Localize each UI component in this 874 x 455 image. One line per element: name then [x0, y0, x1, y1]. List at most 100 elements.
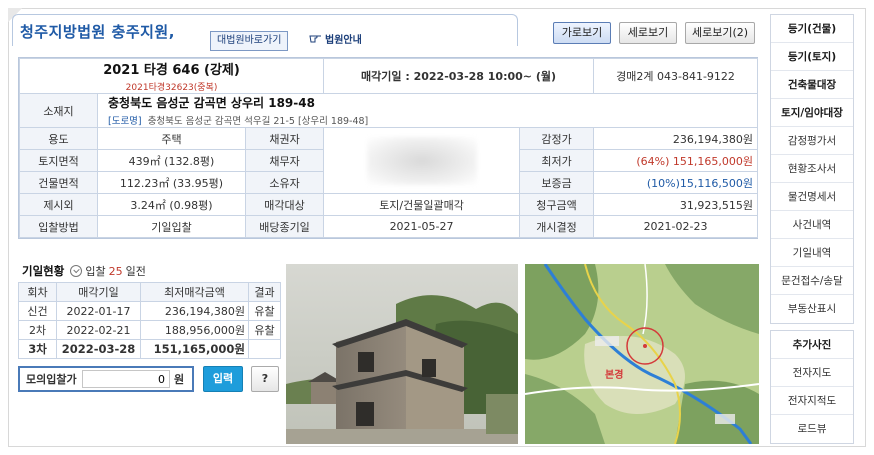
- case-info-table: 2021 타경 646 (강제) 2021타경32623(중복) 매각기일 : …: [18, 58, 759, 238]
- sidebar-item-land-ledger[interactable]: 토지/임야대장: [771, 99, 853, 127]
- mock-bid-label: 모의입찰가: [26, 373, 77, 386]
- sidebar-item-specification[interactable]: 물건명세서: [771, 183, 853, 211]
- sale-date: 매각기일 : 2022-03-28 10:00~ (월): [323, 58, 595, 94]
- sidebar-item-building-registry[interactable]: 등기(건물): [771, 15, 853, 43]
- road-address-text: 충청북도 음성군 감곡면 석우길 21-5 [상우리 189-48]: [147, 116, 369, 127]
- mock-bid-enter-button[interactable]: 입력: [203, 366, 243, 392]
- map-image: [525, 264, 759, 444]
- table-row: 2차 2022-02-21 188,956,000원 유찰: [18, 320, 281, 340]
- result-cell: 유찰: [248, 320, 281, 340]
- sale-target-label: 매각대상: [244, 193, 325, 216]
- date-cell: 2022-02-21: [56, 320, 141, 340]
- col-round: 회차: [18, 282, 57, 302]
- days-prefix: 입찰: [85, 265, 106, 278]
- minimum-price-label: 최저가: [519, 149, 595, 172]
- sidebar: 등기(건물) 등기(토지) 건축물대장 토지/임야대장 감정평가서 현황조사서 …: [770, 14, 854, 450]
- commencement-value: 2021-02-23: [593, 215, 759, 238]
- amount-cell: 236,194,380원: [140, 301, 249, 321]
- house-photo-image: [286, 264, 518, 444]
- help-button[interactable]: ?: [251, 366, 279, 392]
- road-address-tag: [도로명]: [108, 116, 142, 127]
- horizontal-view-button[interactable]: 가로보기: [553, 22, 611, 44]
- mock-bid-input[interactable]: [82, 370, 170, 388]
- court-guide-button[interactable]: 법원안내: [305, 31, 366, 51]
- table-row: 3차 2022-03-28 151,165,000원: [18, 339, 281, 359]
- amount-cell: 188,956,000원: [140, 320, 249, 340]
- sidebar-item-extra-photos[interactable]: 추가사진: [771, 331, 853, 359]
- round-cell: 3차: [18, 339, 57, 359]
- location-map[interactable]: 본경: [525, 264, 759, 444]
- round-cell: 신건: [18, 301, 57, 321]
- sidebar-item-digital-map[interactable]: 전자지도: [771, 359, 853, 387]
- deposit-label: 보증금: [519, 171, 595, 194]
- date-cell: 2022-01-17: [56, 301, 141, 321]
- case-number-cell: 2021 타경 646 (강제) 2021타경32623(중복): [18, 58, 325, 94]
- sidebar-item-survey[interactable]: 현황조사서: [771, 155, 853, 183]
- result-cell: 유찰: [248, 301, 281, 321]
- col-min-price: 최저매각금액: [140, 282, 249, 302]
- extra-area-value: 3.24㎡ (0.98평): [97, 193, 246, 216]
- sidebar-item-building-ledger[interactable]: 건축물대장: [771, 71, 853, 99]
- bid-method-label: 입찰방법: [19, 215, 98, 238]
- sidebar-extras: 추가사진 전자지도 전자지적도 로드뷰: [770, 330, 854, 444]
- mock-bid-box: 모의입찰가 원: [18, 366, 194, 392]
- sidebar-item-case-history[interactable]: 사건내역: [771, 211, 853, 239]
- supreme-court-link-button[interactable]: 대법원바로가기: [210, 31, 289, 51]
- schedule-header: 기일현황 입찰 25 일전: [22, 263, 146, 279]
- hand-pointer-icon: [309, 31, 323, 51]
- sale-target-value: 토지/건물일괄매각: [323, 193, 521, 216]
- result-cell: [248, 339, 281, 359]
- location-cell: 충청북도 음성군 감곡면 상우리 189-48 [도로명] 충청북도 음성군 감…: [96, 93, 759, 128]
- sidebar-item-property-display[interactable]: 부동산표시: [771, 295, 853, 323]
- location-label: 소재지: [19, 93, 98, 128]
- usage-value: 주택: [97, 127, 246, 150]
- creditor-label: 채권자: [244, 127, 325, 150]
- land-area-label: 토지면적: [19, 149, 98, 172]
- debtor-label: 채무자: [244, 149, 325, 172]
- case-number: 2021 타경 646 (강제): [103, 63, 240, 78]
- col-date: 매각기일: [56, 282, 141, 302]
- building-area-value: 112.23㎡ (33.95평): [97, 171, 246, 194]
- sidebar-item-cadastral-map[interactable]: 전자지적도: [771, 387, 853, 415]
- round-cell: 2차: [18, 320, 57, 340]
- days-count: 25: [108, 264, 123, 278]
- mock-bid-unit: 원: [174, 373, 185, 386]
- schedule-table: 회차 매각기일 최저매각금액 결과 신건 2022-01-17 236,194,…: [18, 282, 281, 359]
- appraisal-value: 236,194,380원: [593, 127, 759, 150]
- owner-label: 소유자: [244, 171, 325, 194]
- minimum-price-value: (64%) 151,165,000원: [593, 149, 759, 172]
- sidebar-item-land-registry[interactable]: 등기(토지): [771, 43, 853, 71]
- vertical-view-2-button[interactable]: 세로보기(2): [685, 22, 755, 44]
- vertical-view-button[interactable]: 세로보기: [619, 22, 677, 44]
- address-main: 충청북도 음성군 감곡면 상우리 189-48: [108, 96, 315, 110]
- sidebar-documents: 등기(건물) 등기(토지) 건축물대장 토지/임야대장 감정평가서 현황조사서 …: [770, 14, 854, 324]
- sidebar-item-filings[interactable]: 문건접수/송달: [771, 267, 853, 295]
- parties-blurred: [323, 127, 521, 194]
- map-place-label: 본경: [605, 370, 624, 381]
- sidebar-item-date-history[interactable]: 기일내역: [771, 239, 853, 267]
- table-row: 신건 2022-01-17 236,194,380원 유찰: [18, 301, 281, 321]
- department-contact: 경매2계 043-841-9122: [593, 58, 759, 94]
- days-suffix: 일전: [125, 265, 146, 278]
- schedule-title: 기일현황: [22, 264, 65, 278]
- case-duplicate-number[interactable]: 2021타경32623(중복): [24, 80, 319, 93]
- amount-cell: 151,165,000원: [140, 339, 249, 359]
- claim-amount-value: 31,923,515원: [593, 193, 759, 216]
- deposit-value: (10%)15,116,500원: [593, 171, 759, 194]
- property-photo[interactable]: [286, 264, 518, 444]
- road-address: [도로명] 충청북도 음성군 감곡면 석우길 21-5 [상우리 189-48]: [108, 113, 753, 127]
- commencement-label: 개시결정: [519, 215, 595, 238]
- sidebar-item-appraisal[interactable]: 감정평가서: [771, 127, 853, 155]
- case-info-panel: 2021 타경 646 (강제) 2021타경32623(중복) 매각기일 : …: [18, 57, 759, 239]
- claim-amount-label: 청구금액: [519, 193, 595, 216]
- extra-area-label: 제시외: [19, 193, 98, 216]
- usage-label: 용도: [19, 127, 98, 150]
- check-circle-icon: [70, 265, 83, 277]
- dividend-deadline-label: 배당종기일: [244, 215, 325, 238]
- sidebar-item-roadview[interactable]: 로드뷰: [771, 415, 853, 443]
- court-guide-label: 법원안내: [325, 35, 362, 46]
- col-result: 결과: [248, 282, 281, 302]
- bid-method-value: 기일입찰: [97, 215, 246, 238]
- days-until-bid: 입찰 25 일전: [70, 263, 146, 279]
- land-area-value: 439㎡ (132.8평): [97, 149, 246, 172]
